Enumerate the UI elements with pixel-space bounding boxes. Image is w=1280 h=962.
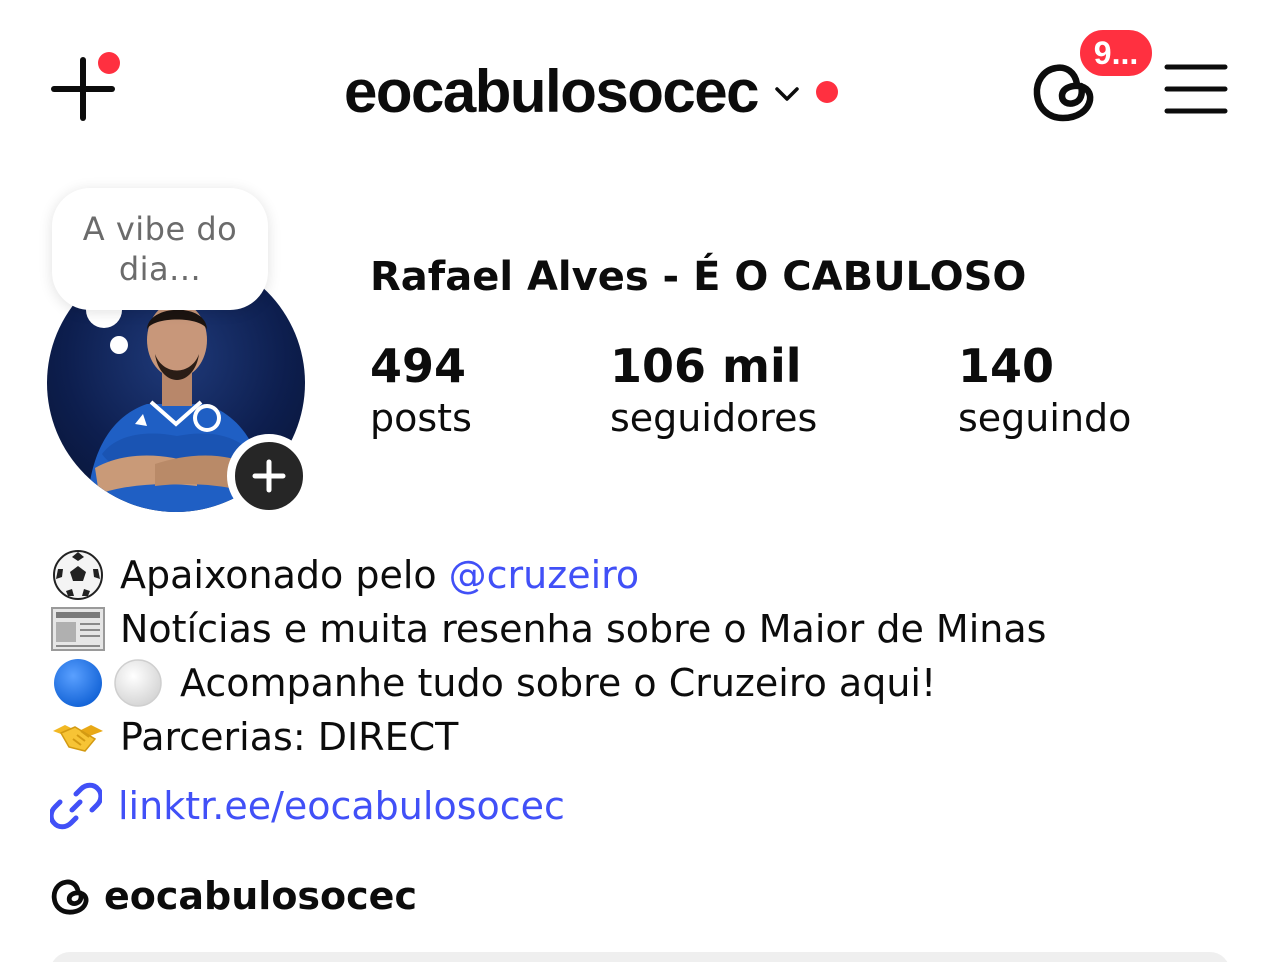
- bio-line: Parcerias: DIRECT: [50, 710, 1250, 764]
- bio-text: Notícias e muita resenha sobre o Maior d…: [120, 607, 1047, 651]
- bio-line: Apaixonado pelo @cruzeiro: [50, 548, 1250, 602]
- threads-icon: [51, 879, 89, 915]
- top-bar: eocabulosocec 9...: [0, 0, 1280, 170]
- hamburger-menu-icon: [1164, 64, 1228, 114]
- newspaper-icon: [50, 602, 106, 656]
- blue-circle-icon: [50, 656, 106, 710]
- threads-handle: eocabulosocec: [104, 874, 417, 918]
- stat-followers[interactable]: 106 mil seguidores: [610, 340, 817, 444]
- bio: Apaixonado pelo @cruzeiro Notícias e mui…: [50, 548, 1250, 764]
- profile-full-name: Rafael Alves - É O CABULOSO: [370, 254, 1027, 300]
- plus-icon: [252, 459, 286, 493]
- bio-link-text: linktr.ee/eocabulosocec: [118, 784, 565, 828]
- account-notification-dot: [816, 81, 839, 103]
- stat-label: seguindo: [958, 396, 1132, 440]
- bio-line: Notícias e muita resenha sobre o Maior d…: [50, 602, 1250, 656]
- note-bubble-tail-small: [110, 336, 128, 354]
- create-notification-dot: [98, 52, 120, 74]
- threads-profile-link[interactable]: eocabulosocec: [50, 868, 417, 924]
- stat-following[interactable]: 140 seguindo: [958, 340, 1131, 444]
- bio-mention-link[interactable]: @cruzeiro: [449, 548, 640, 602]
- threads-notification-badge: 9...: [1076, 26, 1156, 80]
- stat-label: seguidores: [610, 396, 818, 440]
- bio-text: Apaixonado pelo: [120, 553, 437, 597]
- bio-text: Parcerias: DIRECT: [120, 715, 459, 759]
- stat-value: 494: [370, 339, 467, 393]
- white-circle-icon: [110, 656, 166, 710]
- account-switcher[interactable]: eocabulosocec: [344, 52, 839, 132]
- soccer-ball-icon: [50, 548, 106, 602]
- link-icon: [50, 782, 102, 830]
- stat-value: 106 mil: [610, 339, 802, 393]
- add-story-button[interactable]: [227, 434, 311, 518]
- note-text: A vibe do dia...: [82, 210, 238, 288]
- bio-text: Acompanhe tudo sobre o Cruzeiro aqui!: [180, 661, 937, 705]
- stat-value: 140: [958, 339, 1055, 393]
- note-bubble[interactable]: A vibe do dia...: [52, 188, 268, 310]
- bio-line: Acompanhe tudo sobre o Cruzeiro aqui!: [50, 656, 1250, 710]
- create-button[interactable]: [50, 52, 122, 124]
- stat-posts[interactable]: 494 posts: [370, 340, 472, 444]
- bio-external-link[interactable]: linktr.ee/eocabulosocec: [50, 776, 565, 836]
- menu-button[interactable]: [1164, 62, 1228, 116]
- stat-label: posts: [370, 396, 472, 440]
- header-username: eocabulosocec: [344, 58, 760, 125]
- handshake-icon: [50, 710, 106, 764]
- professional-dashboard-strip[interactable]: [50, 952, 1230, 962]
- chevron-down-icon: [775, 87, 799, 101]
